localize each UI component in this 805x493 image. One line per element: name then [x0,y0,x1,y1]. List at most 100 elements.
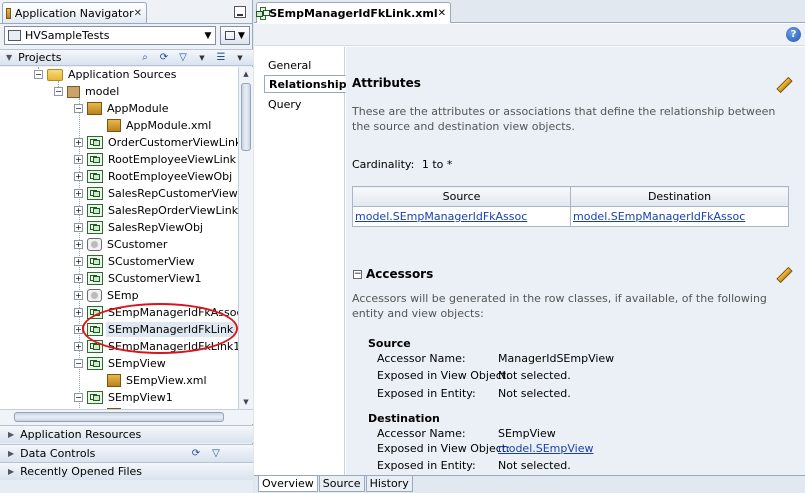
tree-item-label: Application Sources [68,68,177,81]
filter-icon[interactable]: ▽ [209,447,223,460]
chevron-down-icon[interactable]: ▼ [233,51,247,64]
collapse-icon[interactable]: − [74,104,83,113]
edit-pencil-icon[interactable] [774,265,790,281]
expand-icon[interactable]: + [74,240,83,249]
find-icon[interactable]: ⌕ [138,51,152,64]
tree-item[interactable]: − Application Sources [34,67,178,83]
tree-item[interactable]: AppModule.xml [94,117,213,134]
cardinality-label: Cardinality: [352,158,415,171]
help-icon[interactable]: ? [786,27,801,42]
expand-icon[interactable]: + [74,308,83,317]
attributes-heading: Attributes [352,76,421,90]
scroll-down-icon[interactable]: ▼ [240,396,252,408]
sort-icon[interactable]: ☰ [214,51,228,64]
tree-item[interactable]: + SalesRepCustomerViewLink [74,185,238,202]
tree-item[interactable]: + SalesRepOrderViewLink [74,202,238,219]
tab-source[interactable]: Source [318,476,365,492]
tree-item[interactable]: + SCustomerView [74,253,197,270]
project-menu-button[interactable]: ▼ [220,26,250,45]
tree-item[interactable]: − model [54,83,121,100]
tree-item[interactable]: − AppModule [74,100,171,117]
navigator-tab[interactable]: Application Navigator ✕ [2,2,147,23]
collapse-icon[interactable]: − [34,70,43,79]
tree-item[interactable]: − SEmpView [74,355,168,372]
tree-item-label: AppModule.xml [126,119,212,132]
scroll-thumb[interactable] [241,83,251,151]
tree-vertical-scrollbar[interactable]: ▲ ▼ [238,67,253,409]
expand-icon[interactable]: + [74,274,83,283]
source-exposed-entity-label: Exposed in Entity: [377,387,476,400]
tab-general[interactable]: General [264,56,315,74]
navigator-title: Application Navigator [14,6,134,20]
refresh-icon[interactable]: ⟳ [189,447,203,460]
tree-item[interactable]: + RootEmployeeViewLink [74,151,238,168]
tree-item[interactable]: SEmpView.xml [94,372,209,389]
scroll-up-icon[interactable]: ▲ [240,68,252,80]
destination-heading: Destination [368,412,440,425]
tree-item[interactable]: + RootEmployeeViewObj [74,168,234,185]
tab-overview[interactable]: Overview [258,476,318,492]
refresh-icon[interactable]: ⟳ [157,51,171,64]
tree-item-label: RootEmployeeViewObj [108,170,233,183]
tree-item[interactable]: + OrderCustomerViewLink [74,134,238,151]
scroll-thumb[interactable] [14,412,224,422]
tree-item[interactable]: − SEmpView1 [74,389,175,406]
close-icon[interactable]: ✕ [134,8,142,19]
edit-pencil-icon[interactable] [774,75,790,91]
collapse-accessors-icon[interactable]: − [353,270,362,279]
cardinality-row: Cardinality: 1 to * [352,158,452,171]
tree-item-label: SEmpView.xml [126,374,207,387]
expand-icon[interactable]: + [74,138,83,147]
tree-item-label: AppModule [107,102,169,115]
tree-item-label: SalesRepViewObj [108,221,203,234]
collapse-icon[interactable]: − [74,359,83,368]
expand-icon[interactable]: + [74,189,83,198]
projects-header[interactable]: ▼ Projects ⌕ ⟳ ▽ ▼ ☰ ▼ [0,49,253,66]
expand-arrow-icon: ▶ [8,430,15,439]
editor-side-tabs: General Relationship Query [254,47,347,475]
expand-icon[interactable]: + [74,155,83,164]
accordion-recently-opened-files[interactable]: ▶ Recently Opened Files [0,462,253,480]
expand-icon[interactable]: + [74,291,83,300]
expand-icon[interactable]: + [74,206,83,215]
chevron-down-icon[interactable]: ▼ [195,51,209,64]
tree-item-label: SEmpView1 [108,391,173,404]
source-association-link[interactable]: model.SEmpManagerIdFkAssoc [355,210,527,223]
application-module-icon [87,102,102,115]
collapse-icon[interactable]: − [74,393,83,402]
filter-icon[interactable]: ▽ [176,51,190,64]
tree-item[interactable]: + SalesRepViewObj [74,219,205,236]
destination-association-link[interactable]: model.SEmpManagerIdFkAssoc [573,210,745,223]
accordion-label: Application Resources [20,428,142,441]
expand-icon[interactable]: + [74,172,83,181]
expand-icon[interactable]: + [74,223,83,232]
chevron-down-icon[interactable]: ▼ [201,31,215,41]
tree-item[interactable]: + SCustomerView1 [74,270,204,287]
project-tree[interactable]: − Application Sources − model − AppModule AppM… [0,67,238,409]
tree-item[interactable]: + SCustomer [74,236,169,253]
editor-tab[interactable]: SEmpManagerIdFkLink.xml ✕ [256,2,451,23]
tab-history[interactable]: History [365,476,413,492]
collapse-arrow-icon[interactable]: ▼ [6,53,12,62]
tab-relationship[interactable]: Relationship [264,75,347,93]
source-accessor-name-label: Accessor Name: [377,352,466,365]
destination-exposed-vo-link[interactable]: model.SEmpView [498,442,593,455]
view-link-icon [87,255,103,268]
collapse-icon[interactable]: − [54,87,63,96]
tree-item[interactable]: + SEmp [74,287,141,304]
accordion-data-controls[interactable]: ▶ Data Controls ⟳ ▽ [0,444,253,462]
accordion-application-resources[interactable]: ▶ Application Resources [0,425,253,443]
minimize-icon[interactable] [234,6,246,18]
editor-toolbar: ? [254,24,805,46]
project-dropdown[interactable]: HVSampleTests ▼ [4,26,216,45]
close-icon[interactable]: ✕ [438,8,446,19]
expand-icon[interactable]: + [74,342,83,351]
expand-icon[interactable]: + [74,257,83,266]
destination-accessor-name-value: SEmpView [498,427,556,440]
tab-query[interactable]: Query [264,95,305,113]
navigator-footer [0,480,253,493]
view-link-icon [87,187,103,200]
tree-item-label: OrderCustomerViewLink [108,136,238,149]
projects-label: Projects [18,51,62,64]
tree-horizontal-scrollbar[interactable] [0,409,253,424]
